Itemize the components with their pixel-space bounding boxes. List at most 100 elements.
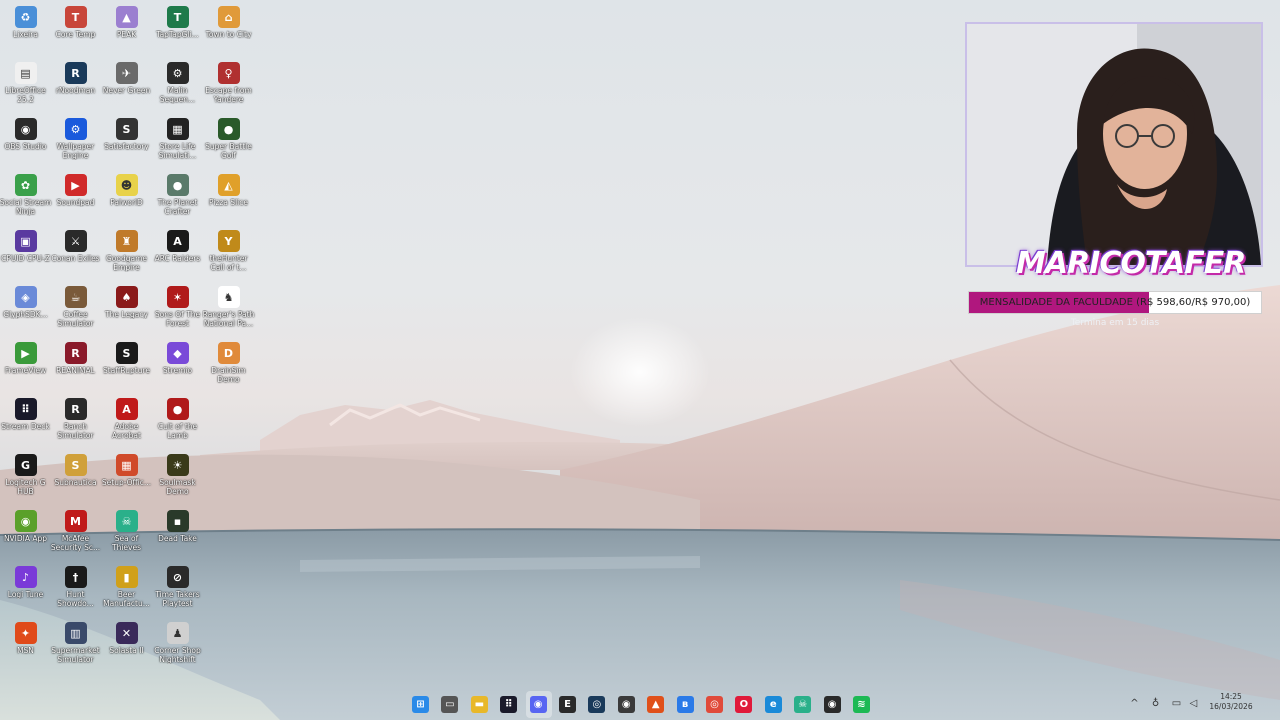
desktop-shortcut-label: Cult of the Lamb	[157, 422, 198, 440]
volume-icon[interactable]: ◁	[1188, 698, 1199, 709]
desktop-shortcut[interactable]: M McAfee Security Sc...	[50, 506, 101, 562]
edge-icon[interactable]: e	[761, 691, 787, 718]
desktop-shortcut[interactable]: ⊘ Time Takers Playtest	[152, 562, 203, 618]
desktop-shortcut[interactable]: S Subnautica	[50, 450, 101, 506]
desktop-shortcut[interactable]: ♻ Lixeira	[0, 2, 51, 58]
desktop-shortcut[interactable]: ● The Planet Crafter	[152, 170, 203, 226]
desktop-shortcut[interactable]: ⚙ Wallpaper Engine	[50, 114, 101, 170]
desktop-shortcut[interactable]: ▦ Store Life Simulati...	[152, 114, 203, 170]
desktop-shortcut-label: Goodgame Empire	[105, 254, 148, 272]
edge-icon-glyph: e	[764, 696, 782, 713]
desktop-shortcut[interactable]: ♪ Logi Tune	[0, 562, 51, 618]
desktop-shortcut[interactable]: RrNoodman	[50, 58, 101, 114]
desktop-shortcut-label: Store Life Simulati...	[158, 142, 197, 160]
desktop-shortcut-label: Setup-Offic...	[101, 478, 152, 487]
desktop-shortcut[interactable]: ▶ Soundpad	[50, 170, 101, 226]
desktop-shortcut[interactable]: ▲ PEAK	[101, 2, 152, 58]
desktop-shortcut[interactable]: ⚔ Conan Exiles	[50, 226, 101, 282]
task-view-icon[interactable]: ▭	[437, 691, 463, 718]
desktop-shortcut[interactable]: ▤ LibreOffice 25.2	[0, 58, 51, 114]
desktop-shortcut[interactable]: ▪ Dead Take	[152, 506, 203, 562]
obs-recording-icon[interactable]: ◉	[820, 691, 846, 718]
obs-taskbar-icon[interactable]: ◉	[614, 691, 640, 718]
tray-overflow-chevron-icon[interactable]: ^	[1129, 698, 1140, 709]
desktop-shortcut[interactable]: R Ranch Simulator	[50, 394, 101, 450]
desktop-shortcut[interactable]: ● Cult of the Lamb	[152, 394, 203, 450]
desktop-shortcut-label: Stream Deck	[1, 422, 50, 431]
desktop-shortcut[interactable]: ◉ OBS Studio	[0, 114, 51, 170]
desktop-shortcut[interactable]: S StaffRupture	[101, 338, 152, 394]
start-button[interactable]: ⊞	[408, 691, 434, 718]
desktop-shortcut[interactable]: ♞ Ranger's Path National Pa...	[203, 282, 254, 338]
sea-of-thieves-taskbar-icon[interactable]: ☠	[790, 691, 816, 718]
desktop-shortcut[interactable]: ✦ MSN	[0, 618, 51, 674]
desktop-shortcut[interactable]: S Satisfactory	[101, 114, 152, 170]
palworld-icon: ☻	[115, 174, 138, 196]
desktop-shortcut[interactable]: ♠ The Legacy	[101, 282, 152, 338]
desktop-shortcut[interactable]: ☀ Soulmask Demo	[152, 450, 203, 506]
planet-crafter-icon: ●	[166, 174, 189, 196]
msn-icon: ✦	[14, 622, 37, 644]
desktop-shortcut-label: TapTapGli...	[156, 30, 199, 39]
desktop-shortcut[interactable]: † Hunt Showdo...	[50, 562, 101, 618]
desktop-shortcut[interactable]: T TapTapGli...	[152, 2, 203, 58]
desktop-shortcut-label: Ranger's Path National Pa...	[202, 310, 255, 328]
file-explorer-icon[interactable]: ▬	[467, 691, 493, 718]
desktop-shortcut[interactable]: ♜ Goodgame Empire	[101, 226, 152, 282]
desktop-shortcut[interactable]: ☕ Coffee Simulator	[50, 282, 101, 338]
epic-games-icon[interactable]: E	[555, 691, 581, 718]
desktop-shortcut[interactable]: ⚙ Malin Sequen...	[152, 58, 203, 114]
desktop-shortcut[interactable]: YtheHunter Call of t...	[203, 226, 254, 282]
desktop-shortcut[interactable]: A ARC Raiders	[152, 226, 203, 282]
desktop-shortcut[interactable]: ☻ PalworlD	[101, 170, 152, 226]
desktop-shortcut[interactable]: ▶ FrameView	[0, 338, 51, 394]
steam-icon-glyph: ◎	[588, 696, 606, 713]
desktop-shortcut[interactable]: ✈ Never Green	[101, 58, 152, 114]
system-clock[interactable]: 14:25 16/03/2026	[1205, 692, 1257, 712]
obs-taskbar-icon-glyph: ◉	[617, 696, 635, 713]
desktop-shortcut[interactable]: ◭ Pizza Slice	[203, 170, 254, 226]
desktop-shortcut[interactable]: D DrainSim Demo	[203, 338, 254, 394]
desktop-shortcut[interactable]: ▦ Setup-Offic...	[101, 450, 152, 506]
network-icon[interactable]: ▭	[1171, 698, 1182, 709]
start-button-glyph: ⊞	[412, 696, 429, 713]
logi-tune-icon: ♪	[14, 566, 37, 588]
desktop-shortcut[interactable]: ▣ CPUID CPU-Z	[0, 226, 51, 282]
desktop-shortcut-label: Beer Manufactu...	[103, 590, 150, 608]
desktop-shortcut[interactable]: ✶ Sons Of The Forest	[152, 282, 203, 338]
opera-icon[interactable]: O	[731, 691, 757, 718]
stream-deck-taskbar-icon[interactable]: ⠿	[496, 691, 522, 718]
desktop-shortcut-label: Sons Of The Forest	[154, 310, 201, 328]
desktop-shortcut[interactable]: ▮ Beer Manufactu...	[101, 562, 152, 618]
desktop-shortcut[interactable]: ◉ NVIDIA App	[0, 506, 51, 562]
desktop-shortcut[interactable]: ◈ GlyphSDK...	[0, 282, 51, 338]
desktop-shortcut-label: rNoodman	[55, 86, 96, 95]
desktop-shortcut[interactable]: ● Super Battle Golf	[203, 114, 254, 170]
thehunter-icon: Y	[217, 230, 240, 252]
desktop-shortcut[interactable]: R REANIMAL	[50, 338, 101, 394]
desktop-shortcut[interactable]: ✕ Solasta II	[101, 618, 152, 674]
desktop-shortcut[interactable]: T Core Temp	[50, 2, 101, 58]
desktop-shortcut[interactable]: ☠ Sea of Thieves	[101, 506, 152, 562]
setup-office-icon: ▦	[115, 454, 138, 476]
discord-icon[interactable]: ◉	[525, 691, 552, 718]
bluetooth-app-icon[interactable]: ʙ	[673, 691, 699, 718]
microphone-icon[interactable]: ♁	[1150, 698, 1161, 709]
desktop-shortcut[interactable]: ♟ Corner Shop Nightshift	[152, 618, 203, 674]
brave-browser-icon[interactable]: ▲	[643, 691, 669, 718]
desktop-shortcut[interactable]: ⌂ Town to City	[203, 2, 254, 58]
spotify-icon[interactable]: ≋	[849, 691, 875, 718]
drainsim-icon: D	[217, 342, 240, 364]
desktop-shortcut[interactable]: ◆ Stremio	[152, 338, 203, 394]
desktop-shortcut[interactable]: G Logitech G HUB	[0, 450, 51, 506]
desktop-shortcut[interactable]: ⠿ Stream Deck	[0, 394, 51, 450]
stremio-icon: ◆	[166, 342, 189, 364]
taptap-icon: T	[166, 6, 189, 28]
desktop-shortcut[interactable]: A Adobe Acrobat	[101, 394, 152, 450]
cpu-z-icon: ▣	[14, 230, 37, 252]
steam-icon[interactable]: ◎	[584, 691, 610, 718]
desktop-shortcut[interactable]: ♀ Escape from Yandere	[203, 58, 254, 114]
chrome-icon[interactable]: ◎	[702, 691, 728, 718]
desktop-shortcut[interactable]: ▥ Supermarket Simulator	[50, 618, 101, 674]
desktop-shortcut[interactable]: ✿ Social Stream Ninja	[0, 170, 51, 226]
